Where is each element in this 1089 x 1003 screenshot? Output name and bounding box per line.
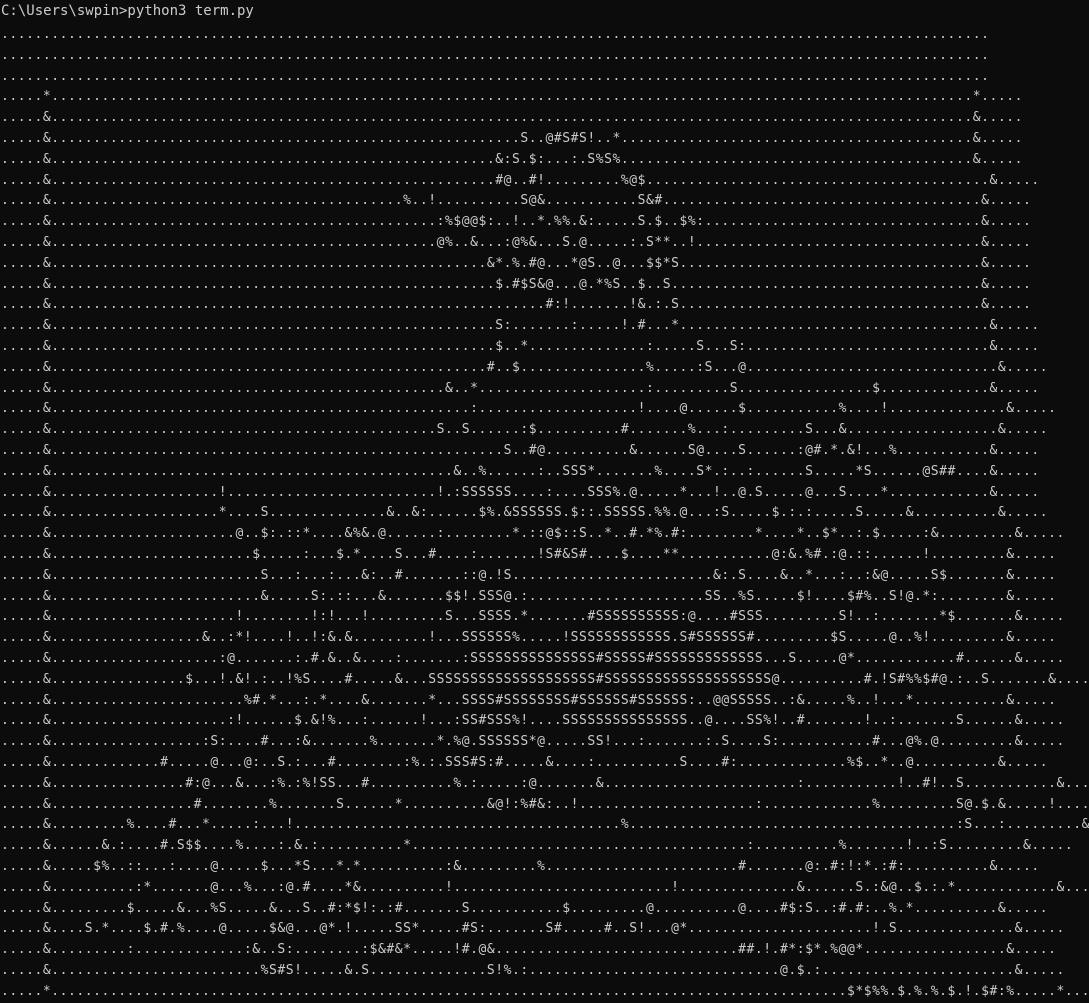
output-line: .....&.........................%S#S!....… [1, 963, 1065, 978]
output-line: .....&..................................… [1, 380, 1040, 396]
output-line: .....&..................................… [1, 131, 1023, 146]
output-line: .....&..................................… [1, 422, 1049, 438]
output-line: .....&..................................… [1, 339, 1040, 354]
output-line: .....&..................................… [1, 255, 1032, 271]
output-line: .....&......&.:....#.S$$....%....:.&.:..… [1, 838, 1074, 854]
output-line: .....&.........:.............:&..S:.....… [1, 942, 1057, 958]
output-line: .....&..................................… [1, 214, 1032, 230]
output-line: .....&..................................… [1, 110, 1023, 126]
output-line: .....&..................................… [1, 276, 1032, 292]
output-line: .....&................#:@...&...:%.:%!SS… [1, 775, 1089, 791]
output-line: .....&..................................… [1, 151, 1023, 167]
output-line: .....&....................:@.......:.#.&… [1, 651, 1065, 666]
output-line: .....&.........$.....&...%S.....&...S..#… [1, 900, 1049, 916]
output-line: .....*..................................… [1, 983, 1089, 999]
output-line: .....&......................!........!:!… [1, 609, 1065, 625]
output-line: .....&................$...!.&!.:..!%S...… [1, 671, 1089, 687]
output-line: .....&....S.*....$.#.%....@.....$&@...@*… [1, 921, 1065, 937]
output-line: .....&....................!.............… [1, 484, 1040, 500]
output-line: .....&..................................… [1, 193, 1032, 209]
output-line: .....&..................................… [1, 172, 1040, 188]
output-line: .....&........................$.....:...… [1, 547, 1057, 562]
output-line: .....&....................*....S........… [1, 505, 1049, 521]
output-line: .....&.........%....#...*.....:...!.....… [1, 817, 1089, 833]
output-line: .....&..................................… [1, 359, 1049, 375]
program-output: ........................................… [1, 24, 1089, 1003]
output-line: .....*..................................… [1, 89, 1023, 105]
output-line: .....&..................................… [1, 443, 1040, 458]
output-line: .....&..........:*.......@...%...:@.#...… [1, 879, 1089, 895]
output-line: ........................................… [1, 27, 990, 42]
output-line: .....&..................................… [1, 318, 1040, 334]
output-line: .....&..................................… [1, 235, 1032, 250]
output-line: .....&......................@..$:.::*...… [1, 526, 1065, 542]
output-line: .....&..................................… [1, 401, 1057, 417]
output-line: .....&..................:S:....#...:&...… [1, 734, 1065, 750]
terminal-window[interactable]: C:\Users\swpin>python3 term.py .........… [0, 0, 1089, 1003]
output-line: .....&.........................&.....S:.… [1, 588, 1057, 604]
output-line: .....&.................#........%.......… [1, 796, 1089, 812]
output-line: ........................................… [1, 47, 990, 63]
command-prompt: C:\Users\swpin>python3 term.py [1, 3, 254, 19]
output-line: .....&.....$%..::...:....@.....$...*S...… [1, 859, 1040, 874]
output-line: ........................................… [1, 68, 990, 84]
output-line: .....&..................................… [1, 463, 1040, 479]
output-line: .....&.........................S...:...:… [1, 567, 1057, 583]
output-line: .....&.......................%#.*...:.*.… [1, 692, 1057, 708]
output-line: .....&.....................:!......$.&!%… [1, 713, 1065, 729]
output-line: .....&..................................… [1, 297, 1032, 313]
output-line: .....&.............#.....@...@:..S.:...#… [1, 755, 1049, 770]
output-line: .....&..................&..:*!....!..!:&… [1, 630, 1057, 646]
